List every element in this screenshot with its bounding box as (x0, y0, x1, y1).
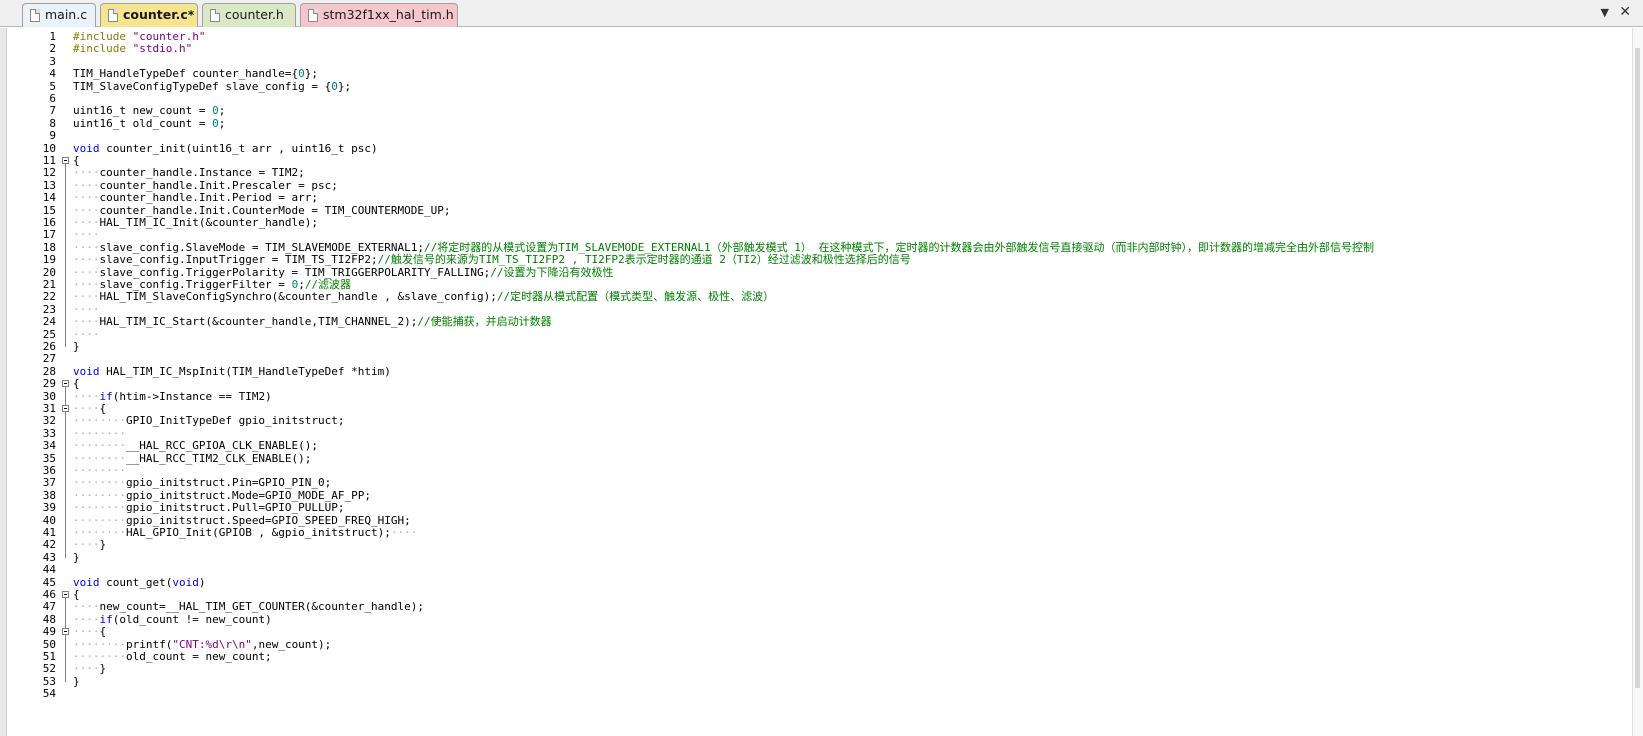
code-line[interactable]: 8 uint16_t old_count = 0; (0, 116, 1600, 130)
code-line[interactable]: 16 ····HAL_TIM_IC_Init(&counter_handle); (0, 216, 1600, 229)
code-line[interactable]: 48 ····if(old_count != new_count) (0, 613, 1600, 626)
tab-counter-c[interactable]: counter.c* (100, 3, 198, 27)
line-number: 34 (42, 439, 56, 453)
scrollbar-thumb[interactable] (1635, 48, 1640, 688)
code-line[interactable]: 35 ········__HAL_RCC_TIM2_CLK_ENABLE(); (0, 452, 1600, 465)
h-file-icon (308, 9, 318, 22)
chevron-down-icon[interactable]: ▼ (1601, 6, 1609, 19)
line-number: 49 (42, 625, 56, 639)
code-line[interactable]: 24 ····HAL_TIM_IC_Start(&counter_handle,T… (0, 315, 1600, 329)
code-line[interactable]: 10 void counter_init(uint16_t arr , uint1… (0, 141, 1600, 155)
fold-guide (65, 412, 66, 546)
c-file-icon (108, 9, 118, 22)
code-line[interactable]: 2 #include "stdio.h" (0, 42, 1600, 56)
vertical-scrollbar[interactable] (1632, 28, 1643, 736)
fold-toggle-icon[interactable] (62, 628, 69, 636)
code-line[interactable]: 28 void HAL_TIM_IC_MspInit(TIM_HandleType… (0, 364, 1600, 378)
code-line[interactable]: 51 ········old_count = new_count; (0, 650, 1600, 663)
code-line[interactable]: 41 ········HAL_GPIO_Init(GPIOB , &gpio_in… (0, 526, 1600, 539)
tab-stm32f1xx-hal-tim-h[interactable]: stm32f1xx_hal_tim.h (300, 3, 458, 27)
code-line[interactable]: 32 ········GPIO_InitTypeDef gpio_initstru… (0, 414, 1600, 428)
code-line[interactable]: 53} (0, 674, 1600, 688)
line-number: 32 (42, 414, 56, 428)
tab-label: stm32f1xx_hal_tim.h (323, 7, 454, 22)
code-line[interactable]: 45 void count_get(void) (0, 575, 1600, 589)
line-number: 12 (42, 166, 56, 180)
line-number: 47 (42, 600, 56, 614)
code-line[interactable]: 1 #include "counter.h" (0, 30, 1600, 43)
line-number: 37 (42, 476, 56, 490)
code-text: } (73, 550, 80, 564)
line-number: 2 (49, 42, 56, 56)
code-text: ····HAL_TIM_IC_Init(&counter_handle); (73, 216, 319, 229)
line-number: 27 (42, 352, 56, 366)
code-line[interactable]: 22 ····HAL_TIM_SlaveConfigSynchro(&counte… (0, 290, 1600, 304)
code-line[interactable]: 54 (0, 687, 1600, 701)
close-icon[interactable]: ✕ (1619, 4, 1631, 20)
tab-counter-h[interactable]: counter.h (202, 3, 296, 27)
fold-guide (65, 164, 66, 347)
code-line[interactable]: 44 (0, 563, 1600, 577)
code-line[interactable]: 25 ···· (0, 328, 1600, 341)
line-number: 9 (49, 129, 56, 143)
line-number: 14 (42, 191, 56, 205)
line-number: 7 (49, 104, 56, 118)
code-line[interactable]: 26} (0, 340, 1600, 353)
tab-main-c[interactable]: main.c (22, 3, 96, 27)
code-line[interactable]: 52 ····} (0, 662, 1600, 676)
line-number: 39 (42, 501, 56, 515)
code-text: ········HAL_GPIO_Init(GPIOB , &gpio_init… (73, 526, 418, 539)
fold-toggle-icon[interactable] (62, 591, 69, 598)
tab-bar: main.c counter.c* counter.h stm32f1xx_ha… (0, 0, 1643, 27)
code-text: ····HAL_TIM_IC_Start(&counter_handle,TIM… (73, 315, 552, 329)
line-number: 42 (42, 538, 56, 552)
tab-label: main.c (45, 7, 88, 22)
line-number: 44 (42, 563, 56, 577)
fold-toggle-icon[interactable] (62, 157, 69, 164)
line-number: 4 (49, 67, 56, 81)
fold-toggle-icon[interactable] (62, 380, 69, 388)
line-number: 52 (42, 662, 56, 676)
line-number: 17 (42, 228, 56, 242)
code-line[interactable]: 42 ····} (0, 538, 1600, 552)
code-text: } (73, 340, 80, 353)
line-number: 29 (42, 377, 56, 391)
line-number: 54 (42, 687, 56, 701)
tab-label: counter.h (225, 7, 284, 22)
code-line[interactable]: 30 ····if(htim->Instance == TIM2) (0, 390, 1600, 403)
code-text: ····HAL_TIM_SlaveConfigSynchro(&counter_… (73, 290, 775, 304)
code-text: void HAL_TIM_IC_MspInit(TIM_HandleTypeDe… (73, 364, 391, 378)
code-line[interactable]: 5 TIM_SlaveConfigTypeDef slave_config = {… (0, 79, 1600, 93)
line-number: 24 (42, 315, 56, 329)
code-text: uint16_t old_count = 0; (73, 116, 226, 130)
code-line[interactable]: 43} (0, 550, 1600, 564)
line-number: 22 (42, 290, 56, 304)
code-line[interactable]: 7 uint16_t new_count = 0; (0, 104, 1600, 118)
code-line[interactable]: 6 (0, 92, 1600, 105)
c-file-icon (30, 9, 40, 22)
code-text: #include "stdio.h" (73, 42, 193, 56)
h-file-icon (210, 9, 220, 22)
code-text: } (73, 674, 80, 688)
tab-label: counter.c* (123, 7, 195, 22)
code-text: void counter_init(uint16_t arr , uint16_… (73, 141, 378, 155)
fold-guide (65, 635, 66, 670)
line-number: 19 (42, 253, 56, 267)
code-text: void count_get(void) (73, 575, 206, 589)
code-text: TIM_SlaveConfigTypeDef slave_config = {0… (73, 79, 352, 93)
fold-toggle-icon[interactable] (62, 405, 69, 412)
